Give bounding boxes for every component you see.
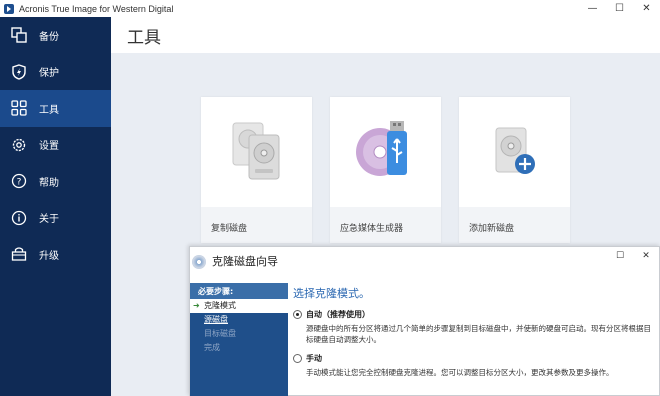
sidebar-item-label: 保护 (39, 68, 59, 80)
sidebar-item-protection[interactable]: 保护 (0, 54, 111, 91)
disk-wizard-icon (192, 255, 206, 269)
rescue-media-icon (330, 97, 441, 207)
add-disk-icon (459, 97, 570, 207)
window-titlebar: Acronis True Image for Western Digital —… (0, 0, 660, 17)
steps-header: 必要步骤: (190, 283, 288, 299)
tool-card-clone-disk[interactable]: 复制磁盘 (201, 97, 312, 243)
sidebar-item-upgrade[interactable]: 升级 (0, 236, 111, 273)
sidebar-item-backup[interactable]: 备份 (0, 17, 111, 54)
wizard-steps-panel: 必要步骤: 克隆模式 源磁盘 目标磁盘 完成 (190, 283, 288, 396)
step-source-disk[interactable]: 源磁盘 (190, 313, 288, 327)
clone-disk-wizard-dialog: 克隆磁盘向导 ☐ ✕ 必要步骤: 克隆模式 源磁盘 目标磁盘 完成 选择克隆模式… (189, 246, 660, 396)
option-label: 手动 (306, 354, 322, 363)
tool-card-add-disk[interactable]: 添加新磁盘 (459, 97, 570, 243)
backup-icon (11, 27, 27, 43)
svg-text:?: ? (17, 178, 22, 188)
option-manual[interactable]: 手动 (293, 353, 659, 364)
dialog-title: 克隆磁盘向导 (212, 255, 278, 268)
page-title: 工具 (111, 17, 660, 53)
step-target-disk: 目标磁盘 (204, 329, 236, 338)
dialog-window-controls: ☐ ✕ (607, 247, 659, 265)
wizard-content: 选择克隆模式。 自动（推荐使用） 源硬盘中的所有分区将通过几个简单的步骤复制到目… (293, 283, 659, 378)
sidebar-item-settings[interactable]: 设置 (0, 127, 111, 164)
maximize-button[interactable]: ☐ (606, 0, 633, 17)
gear-icon (11, 137, 27, 153)
app-logo-icon (4, 3, 14, 14)
wizard-heading: 选择克隆模式。 (293, 287, 370, 300)
sidebar-item-label: 关于 (39, 214, 59, 226)
dialog-close-button[interactable]: ✕ (633, 247, 659, 265)
info-icon (11, 210, 27, 226)
tool-card-rescue-media[interactable]: 应急媒体生成器 (330, 97, 441, 243)
window-title: Acronis True Image for Western Digital (19, 3, 174, 14)
option-automatic[interactable]: 自动（推荐使用） (293, 309, 659, 320)
option-description: 源硬盘中的所有分区将通过几个简单的步骤复制到目标磁盘中，并使新的硬盘可启动。现有… (306, 324, 651, 344)
window-controls: — ☐ ✕ (579, 0, 660, 17)
tool-card-label: 应急媒体生成器 (340, 224, 404, 234)
shield-icon (11, 64, 27, 80)
radio-automatic[interactable] (293, 310, 302, 319)
tool-card-label: 添加新磁盘 (469, 224, 515, 234)
sidebar-item-label: 升级 (39, 250, 59, 262)
close-button[interactable]: ✕ (633, 0, 660, 17)
step-clone-mode[interactable]: 克隆模式 (190, 299, 288, 313)
help-icon: ? (11, 173, 27, 189)
cart-icon (11, 246, 27, 262)
sidebar-item-help[interactable]: ? 帮助 (0, 163, 111, 200)
tool-card-label: 复制磁盘 (211, 224, 248, 234)
clone-disk-icon (201, 97, 312, 207)
sidebar-item-about[interactable]: 关于 (0, 200, 111, 237)
dialog-maximize-button[interactable]: ☐ (607, 247, 633, 265)
step-finish: 完成 (204, 343, 220, 352)
sidebar-item-tools[interactable]: 工具 (0, 90, 111, 127)
radio-manual[interactable] (293, 354, 302, 363)
dialog-titlebar: 克隆磁盘向导 ☐ ✕ (190, 247, 659, 275)
sidebar: 备份 保护 工具 设置 ? 帮助 关于 升级 (0, 17, 111, 396)
sidebar-item-label: 设置 (39, 141, 59, 153)
minimize-button[interactable]: — (579, 0, 606, 17)
option-description: 手动模式能让您完全控制硬盘克隆进程。您可以调整目标分区大小，更改其参数及更多操作… (306, 368, 614, 377)
sidebar-item-label: 帮助 (39, 177, 59, 189)
tool-cards: 复制磁盘 应急媒体生成器 添加新磁盘 (201, 97, 570, 243)
option-label: 自动（推荐使用） (306, 310, 370, 319)
sidebar-item-label: 工具 (39, 104, 59, 116)
sidebar-item-label: 备份 (39, 31, 59, 43)
tools-grid-icon (11, 100, 27, 116)
